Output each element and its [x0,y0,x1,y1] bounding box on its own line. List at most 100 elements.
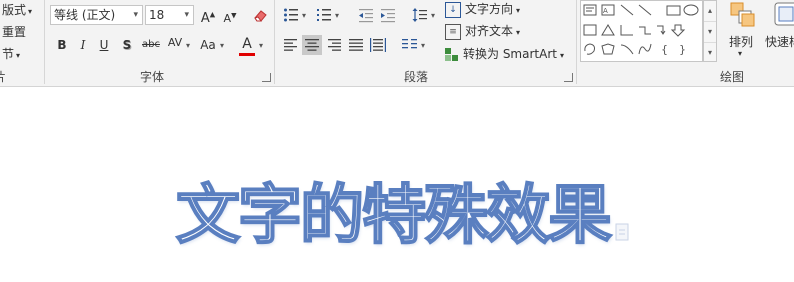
chevron-down-icon[interactable]: ▾ [704,22,716,43]
arrange-button[interactable]: 排列 ▾ [726,0,762,62]
shrink-font-button[interactable]: A▼ [220,5,240,25]
chevron-down-icon[interactable]: ▾ [421,41,425,50]
right-triangle-shape-icon[interactable] [620,25,633,36]
justify-button[interactable] [346,35,366,55]
eraser-icon [254,10,267,22]
columns-button[interactable] [400,35,420,55]
text-box-shape-icon[interactable] [583,4,597,16]
chevron-down-icon[interactable]: ▾ [302,11,306,20]
vertical-text-box-shape-icon[interactable]: A [601,4,615,16]
quick-styles-button[interactable]: 快速样 [764,0,794,62]
font-size-value: 18 [149,8,165,22]
underline-icon: U [99,38,109,52]
layout-label: 版式 [2,3,27,17]
align-center-button[interactable] [302,35,322,55]
paragraph-group-label: 段落 [404,70,429,84]
underline-button[interactable]: U [94,35,114,55]
rectangle-shape-icon[interactable] [666,5,681,16]
chevron-down-icon: ▾ [133,10,138,20]
text-shadow-button[interactable]: S [117,35,137,55]
shapes-gallery-grid: A {} [583,4,699,56]
bullets-button[interactable] [281,5,301,25]
reset-label: 重置 [2,25,27,39]
convert-to-smartart-button[interactable]: 转换为 SmartArt ▾ [445,45,564,62]
italic-icon: I [80,38,86,52]
align-left-button[interactable] [281,35,301,55]
chevron-down-icon: ▾ [738,49,743,58]
shrink-font-icon: A▼ [223,11,237,25]
oval-shape-icon[interactable] [683,4,699,16]
font-color-button[interactable]: A [237,34,257,54]
group-divider [44,0,45,84]
down-arrow-shape-icon[interactable] [670,24,686,37]
chevron-down-icon: ▾ [516,6,521,15]
chevron-down-icon[interactable]: ▾ [220,41,224,50]
character-spacing-button[interactable]: AV [164,33,186,53]
text-direction-icon: ↓ [445,1,461,18]
increase-indent-button[interactable] [378,5,398,25]
decrease-indent-button[interactable] [356,5,376,25]
svg-text:A: A [603,7,608,15]
brace-left-shape-icon[interactable]: { [661,43,668,56]
chevron-down-icon[interactable]: ▾ [431,11,435,20]
numbering-button[interactable] [314,5,334,25]
chevron-up-icon[interactable]: ▴ [704,1,716,22]
grow-font-button[interactable]: A▲ [198,5,218,27]
line-shape-icon[interactable] [620,4,634,16]
connector-arrow-shape-icon[interactable] [657,25,666,35]
section-button[interactable]: 节 ▾ [2,45,20,62]
layout-button[interactable]: 版式 ▾ [2,1,32,18]
text-direction-button[interactable]: ↓ 文字方向 ▾ [445,0,520,18]
chevron-down-icon: ▾ [28,7,33,16]
shadow-icon: S [122,38,132,52]
font-name-combo[interactable]: 等线 (正文) ▾ [50,5,143,25]
triangle-shape-icon[interactable] [601,24,615,36]
align-left-icon [284,39,297,51]
smart-tag-icon[interactable] [614,222,632,244]
align-center-icon [305,39,319,51]
align-text-label: 对齐文本 [465,24,514,38]
font-size-combo[interactable]: 18 ▾ [145,5,194,25]
strikethrough-icon: abc [142,39,160,50]
line-shape-icon[interactable] [638,4,652,16]
distributed-button[interactable] [368,35,388,55]
group-divider [274,0,275,84]
font-dialog-launcher-icon[interactable] [262,73,271,82]
quick-styles-label: 快速样 [765,35,794,49]
brace-right-shape-icon[interactable]: } [679,43,686,56]
line-spacing-icon [412,8,427,22]
reset-button[interactable]: 重置 [2,23,26,40]
text-direction-label: 文字方向 [465,2,514,16]
line-spacing-button[interactable] [410,5,430,25]
arc-shape-icon[interactable] [638,43,652,55]
align-right-button[interactable] [324,35,344,55]
justify-icon [349,39,363,51]
shapes-gallery[interactable]: A {} [580,0,703,62]
pentagon-shape-icon[interactable] [601,43,615,55]
strikethrough-button[interactable]: abc [140,35,162,55]
italic-button[interactable]: I [73,35,93,55]
chevron-down-icon: ▾ [516,28,521,37]
chevron-down-icon[interactable]: ▾ [335,11,339,20]
clear-formatting-button[interactable] [250,5,270,25]
bold-button[interactable]: B [52,35,72,55]
slides-group-label: 片 [0,70,7,84]
font-name-value: 等线 (正文) [54,8,116,22]
align-text-icon: ≡ [445,23,461,40]
paragraph-dialog-launcher-icon[interactable] [564,73,573,82]
rectangle-shape-icon[interactable] [583,24,597,36]
chevron-down-icon[interactable]: ▾ [259,41,263,50]
wordart-text[interactable]: 文字的特殊效果 [175,176,646,256]
distributed-icon [370,38,386,52]
gallery-expand-icon[interactable]: ▾ [704,43,716,63]
drawing-group-label: 绘图 [720,70,745,84]
freeform-shape-icon[interactable] [584,43,595,55]
curve-shape-icon[interactable] [620,44,634,55]
chevron-down-icon: ▾ [16,51,21,60]
elbow-connector-shape-icon[interactable] [639,26,651,35]
grow-font-icon: A▲ [200,11,216,27]
chevron-down-icon[interactable]: ▾ [186,41,190,50]
align-text-button[interactable]: ≡ 对齐文本 ▾ [445,22,520,40]
shapes-gallery-scroll[interactable]: ▴ ▾ ▾ [703,0,717,62]
change-case-button[interactable]: Aa [196,35,220,55]
